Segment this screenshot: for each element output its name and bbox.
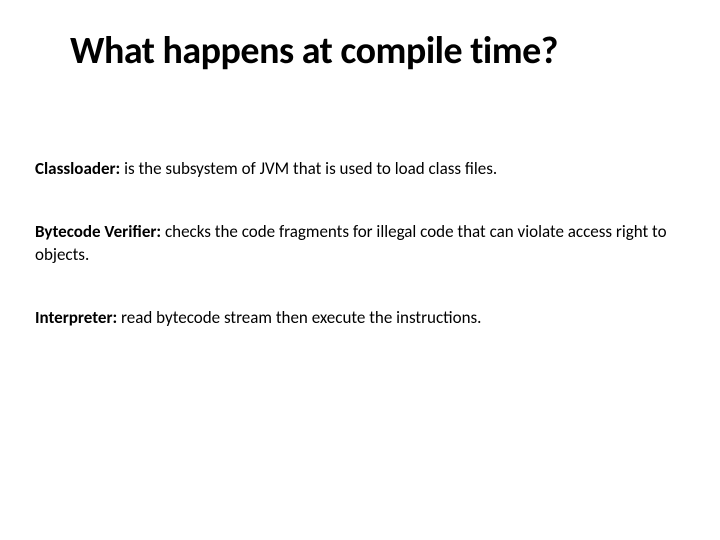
definition-item: Interpreter: read bytecode stream then e…: [35, 307, 685, 330]
definition-term: Classloader:: [35, 158, 120, 179]
definition-term: Interpreter:: [35, 307, 117, 328]
definition-item: Bytecode Verifier: checks the code fragm…: [35, 221, 685, 267]
slide-title: What happens at compile time?: [70, 28, 685, 74]
definition-term: Bytecode Verifier:: [35, 221, 161, 242]
definition-description: read bytecode stream then execute the in…: [117, 307, 481, 328]
slide-container: What happens at compile time? Classloade…: [0, 0, 720, 540]
definition-item: Classloader: is the subsystem of JVM tha…: [35, 158, 685, 181]
definition-description: is the subsystem of JVM that is used to …: [120, 158, 497, 179]
